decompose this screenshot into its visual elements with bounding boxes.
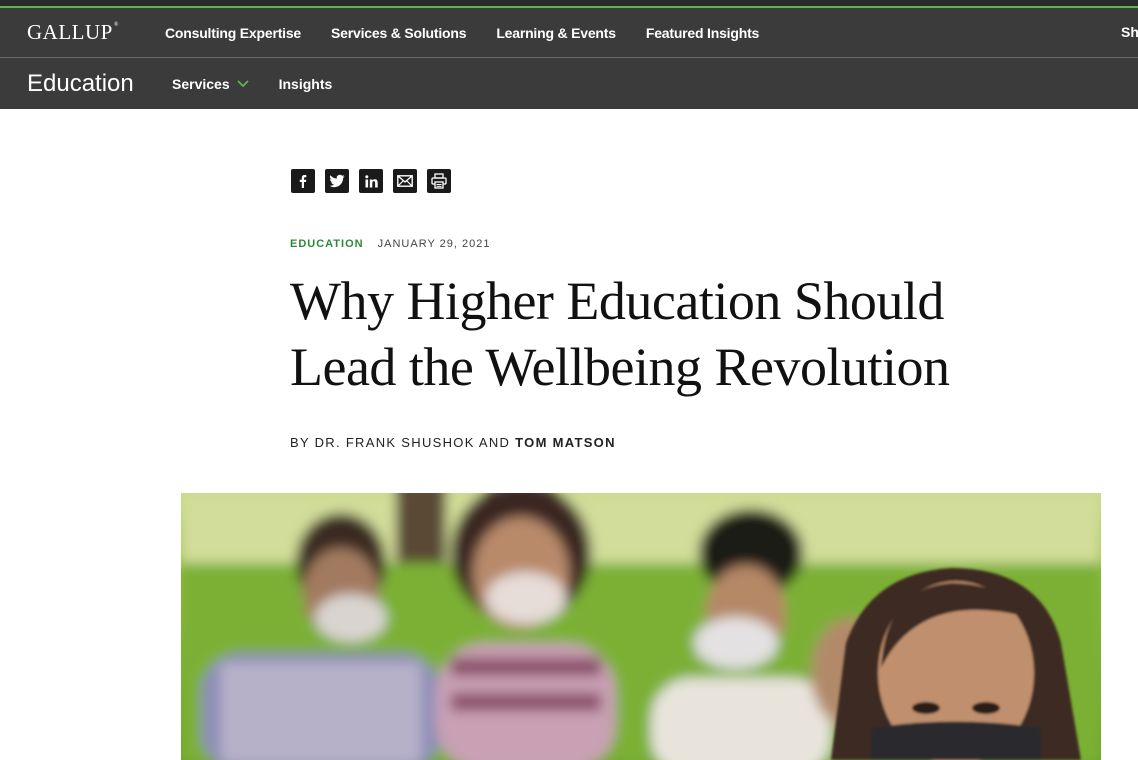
headline-line-1: Why Higher Education Should [290, 271, 944, 331]
nav-learning-events[interactable]: Learning & Events [496, 25, 616, 41]
article-byline: BY DR. FRANK SHUSHOK AND TOM MATSON [290, 435, 616, 450]
section-title[interactable]: Education [27, 70, 134, 98]
primary-nav-bar: GALLUP® Consulting Expertise Services & … [0, 8, 1138, 58]
facebook-icon[interactable] [291, 169, 315, 193]
primary-nav: Consulting Expertise Services & Solution… [165, 8, 789, 58]
print-icon[interactable] [427, 169, 451, 193]
headline-line-2: Lead the Wellbeing Revolution [290, 337, 950, 397]
chevron-down-icon [236, 79, 249, 87]
article-meta: EDUCATION JANUARY 29, 2021 [290, 238, 490, 250]
hero-photo [181, 493, 1101, 760]
nav-featured-insights[interactable]: Featured Insights [646, 25, 759, 41]
nav-consulting-expertise[interactable]: Consulting Expertise [165, 25, 301, 41]
share-toolbar [291, 169, 461, 193]
email-icon[interactable] [393, 169, 417, 193]
nav-services-dropdown[interactable]: Services [172, 76, 249, 92]
byline-prefix: BY DR. FRANK SHUSHOK AND [290, 435, 511, 450]
nav-services-label: Services [172, 75, 230, 92]
article-category[interactable]: EDUCATION [290, 238, 364, 250]
byline-author[interactable]: TOM MATSON [515, 435, 616, 450]
section-nav: Services Insights [172, 58, 332, 109]
nav-insights[interactable]: Insights [279, 76, 333, 92]
twitter-icon[interactable] [325, 169, 349, 193]
article-headline: Why Higher Education Should Lead the Wel… [290, 268, 1050, 400]
article-date: JANUARY 29, 2021 [377, 238, 491, 250]
gallup-logo[interactable]: GALLUP® [27, 20, 119, 45]
nav-overflow-item[interactable]: Sh [1121, 24, 1138, 40]
nav-services-solutions[interactable]: Services & Solutions [331, 25, 466, 41]
top-accent-line [0, 0, 1138, 8]
hero-photo-illustration [181, 493, 1101, 760]
linkedin-icon[interactable] [359, 169, 383, 193]
section-nav-bar: Education Services Insights [0, 58, 1138, 109]
